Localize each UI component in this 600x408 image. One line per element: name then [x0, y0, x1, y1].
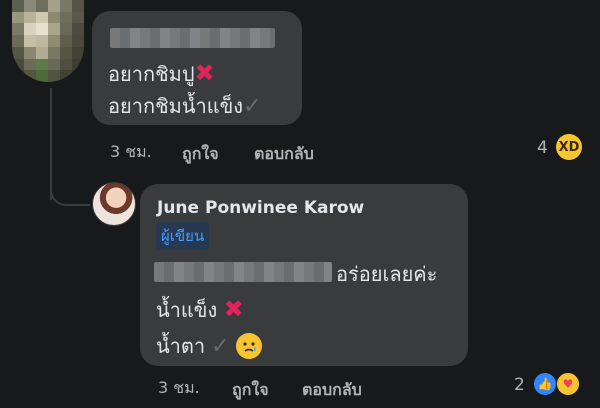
- reply-like-button[interactable]: ถูกใจ: [232, 378, 269, 403]
- thread-connector: [50, 168, 90, 206]
- reply-button[interactable]: ตอบกลับ: [254, 142, 314, 167]
- blurred-mention: [154, 262, 332, 282]
- reply-line-1: อร่อยเลยค่ะ: [336, 262, 438, 286]
- reply-time[interactable]: 3 ชม.: [158, 376, 200, 401]
- comment-line-2: อยากชิมน้ำแข็ง✓: [108, 94, 262, 119]
- like-button[interactable]: ถูกใจ: [182, 142, 219, 167]
- comment-line-1: อยากชิมปู✖: [108, 59, 215, 87]
- check-mark-icon: ✓: [243, 94, 262, 119]
- reply-line-2: น้ำแข็ง ✖: [156, 295, 244, 323]
- x-mark-icon: ✖: [223, 295, 244, 323]
- reply-line-3: น้ำตา ✓: [156, 330, 262, 362]
- avatar-blurred[interactable]: [12, 0, 84, 82]
- like-icon[interactable]: 👍: [534, 373, 556, 395]
- avatar[interactable]: [92, 182, 136, 226]
- laugh-emoji-icon[interactable]: XD: [556, 134, 582, 160]
- comment-time[interactable]: 3 ชม.: [110, 140, 152, 165]
- reaction-count[interactable]: 4: [537, 138, 548, 158]
- author-badge: ผู้เขียน: [156, 222, 210, 250]
- reply-reply-button[interactable]: ตอบกลับ: [302, 378, 362, 403]
- care-emoji-icon[interactable]: ♥: [556, 372, 580, 396]
- x-mark-icon: ✖: [194, 59, 215, 87]
- author-name[interactable]: June Ponwinee Karow: [157, 198, 364, 218]
- check-mark-icon: ✓: [211, 333, 230, 359]
- crying-emoji-icon: [235, 333, 262, 359]
- blurred-author-name: [110, 28, 275, 48]
- reply-reaction-count[interactable]: 2: [514, 375, 525, 395]
